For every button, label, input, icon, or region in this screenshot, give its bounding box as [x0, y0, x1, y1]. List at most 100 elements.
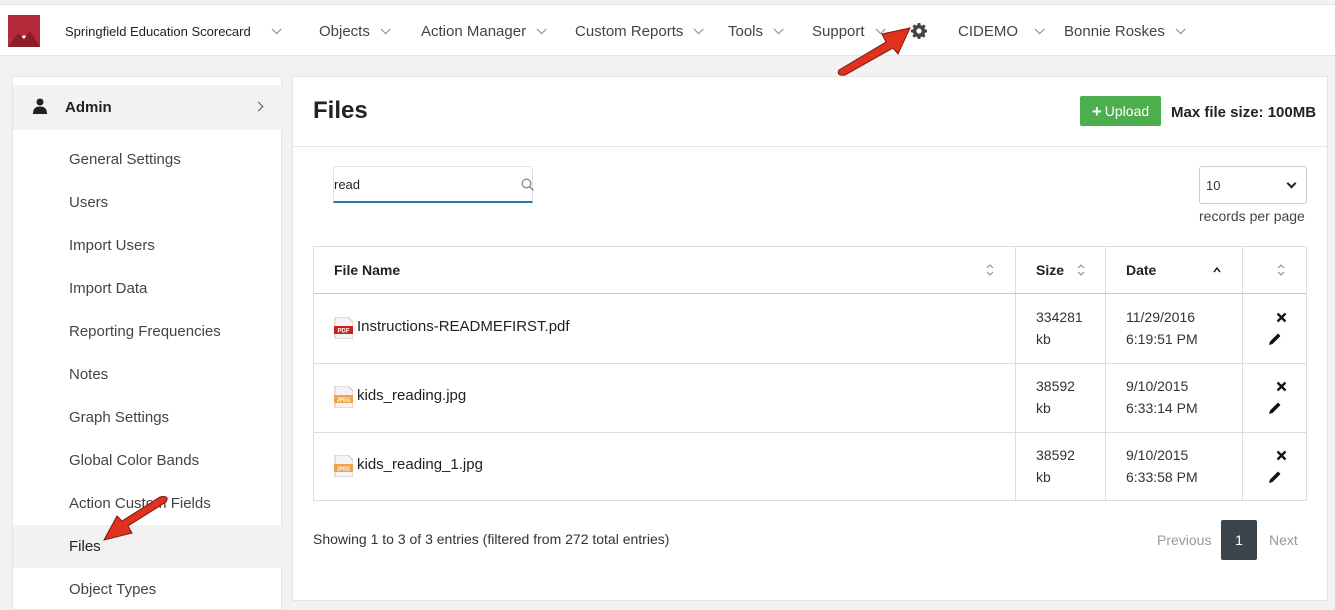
nav-action-manager[interactable]: Action Manager: [421, 5, 547, 57]
nav-brand[interactable]: Springfield Education Scorecard: [65, 5, 282, 57]
pagination-next[interactable]: Next: [1269, 532, 1298, 548]
user-icon: [33, 98, 47, 114]
file-size-unit: kb: [1036, 331, 1051, 347]
gear-icon[interactable]: [911, 23, 927, 39]
nav-support[interactable]: Support: [812, 5, 886, 57]
file-size: 38592: [1036, 447, 1075, 463]
rpp-value: 10: [1206, 177, 1221, 193]
page-title: Files: [313, 97, 368, 124]
edit-pencil-icon[interactable]: [1268, 332, 1282, 346]
sidebar-section-label: Admin: [65, 99, 112, 116]
file-size: 38592: [1036, 378, 1075, 394]
column-header-size[interactable]: Size: [1015, 247, 1105, 294]
sort-icon: [1277, 264, 1285, 276]
plus-icon: +: [1091, 101, 1102, 121]
sidebar-item-global-color-bands[interactable]: Global Color Bands: [13, 439, 283, 482]
sidebar-item-action-custom-fields[interactable]: Action Custom Fields: [13, 482, 283, 525]
sidebar-section-admin[interactable]: Admin: [13, 85, 283, 130]
sidebar-item-general-settings[interactable]: General Settings: [13, 138, 283, 181]
sidebar-item-import-data[interactable]: Import Data: [13, 267, 283, 310]
nav-label: CIDEMO: [958, 22, 1018, 40]
files-table: File Name Size Date PDF Instructions-REA…: [313, 246, 1307, 501]
nav-label: Custom Reports: [575, 22, 684, 40]
nav-label: Action Manager: [421, 22, 527, 40]
top-navbar: Springfield Education Scorecard Objects …: [0, 4, 1335, 56]
nav-label: Objects: [319, 22, 370, 40]
edit-pencil-icon[interactable]: [1268, 401, 1282, 415]
search-box: [333, 166, 534, 203]
sidebar-item-object-types[interactable]: Object Types: [13, 568, 283, 610]
file-time: 6:33:14 PM: [1126, 400, 1198, 416]
sidebar-item-files[interactable]: Files: [13, 525, 283, 568]
sidebar-item-notes[interactable]: Notes: [13, 353, 283, 396]
row-divider: [314, 363, 1306, 364]
file-date: 11/29/2016: [1126, 309, 1196, 325]
entries-summary: Showing 1 to 3 of 3 entries (filtered fr…: [313, 531, 670, 547]
row-divider: [314, 432, 1306, 433]
bookmark-logo[interactable]: [8, 15, 40, 47]
nav-tools[interactable]: Tools: [728, 5, 784, 57]
chevron-down-icon: [773, 23, 784, 34]
file-name-link[interactable]: Instructions-READMEFIRST.pdf: [357, 318, 570, 335]
file-time: 6:33:58 PM: [1126, 469, 1198, 485]
svg-text:JPEG: JPEG: [337, 398, 350, 404]
nav-custom-reports[interactable]: Custom Reports: [575, 5, 704, 57]
column-header-file-name[interactable]: File Name: [314, 247, 1015, 294]
search-icon[interactable]: [521, 178, 534, 191]
file-date: 9/10/2015: [1126, 447, 1189, 463]
file-name-link[interactable]: kids_reading_1.jpg: [357, 456, 483, 473]
file-time: 6:19:51 PM: [1126, 331, 1198, 347]
pagination-page-1[interactable]: 1: [1221, 520, 1257, 560]
chevron-down-icon: [1175, 23, 1186, 34]
nav-user[interactable]: Bonnie Roskes: [1064, 5, 1186, 57]
column-header-date[interactable]: Date: [1105, 247, 1242, 294]
sort-ascending-icon: [1213, 266, 1221, 273]
column-header-actions[interactable]: [1242, 247, 1306, 294]
delete-icon[interactable]: [1276, 381, 1287, 392]
panel-header: Files + Upload Max file size: 100MB: [293, 77, 1327, 147]
sidebar-item-users[interactable]: Users: [13, 181, 283, 224]
delete-icon[interactable]: [1276, 450, 1287, 461]
max-file-size: Max file size: 100MB: [1171, 104, 1317, 121]
header-label: Size: [1036, 262, 1065, 278]
chevron-right-icon: [253, 101, 264, 112]
chevron-down-icon: [380, 23, 391, 34]
jpeg-file-icon: JPEG: [334, 455, 353, 477]
records-per-page-label: records per page: [1199, 208, 1305, 224]
chevron-down-icon: [875, 23, 886, 34]
upload-button[interactable]: + Upload: [1080, 96, 1161, 126]
files-panel: Files + Upload Max file size: 100MB 10 r…: [292, 76, 1328, 601]
delete-icon[interactable]: [1276, 312, 1287, 323]
nav-label: Bonnie Roskes: [1064, 22, 1165, 40]
file-name-link[interactable]: kids_reading.jpg: [357, 387, 466, 404]
search-input[interactable]: [334, 167, 514, 202]
chevron-down-icon: [1286, 178, 1297, 189]
brand-label: Springfield Education Scorecard: [65, 23, 251, 39]
chevron-down-icon: [1034, 23, 1045, 34]
header-label: Date: [1126, 262, 1157, 278]
svg-text:JPEG: JPEG: [337, 467, 350, 473]
admin-sidebar: Admin General Settings Users Import User…: [12, 76, 283, 610]
header-label: File Name: [334, 262, 401, 278]
edit-pencil-icon[interactable]: [1268, 470, 1282, 484]
svg-text:PDF: PDF: [338, 329, 350, 335]
upload-label: Upload: [1104, 103, 1150, 119]
chevron-down-icon: [536, 23, 547, 34]
sidebar-item-import-users[interactable]: Import Users: [13, 224, 283, 267]
jpeg-file-icon: JPEG: [334, 386, 353, 408]
nav-org[interactable]: CIDEMO: [958, 5, 1045, 57]
sidebar-item-graph-settings[interactable]: Graph Settings: [13, 396, 283, 439]
file-size-unit: kb: [1036, 400, 1051, 416]
file-size-unit: kb: [1036, 469, 1051, 485]
pagination-previous[interactable]: Previous: [1157, 532, 1211, 548]
sidebar-item-reporting-frequencies[interactable]: Reporting Frequencies: [13, 310, 283, 353]
nav-label: Tools: [728, 22, 764, 40]
nav-objects[interactable]: Objects: [319, 5, 391, 57]
file-date: 9/10/2015: [1126, 378, 1189, 394]
sort-icon: [986, 264, 994, 276]
records-per-page-select[interactable]: 10: [1199, 166, 1307, 204]
chevron-down-icon: [271, 23, 282, 34]
file-size: 334281: [1036, 309, 1083, 325]
nav-label: Support: [812, 22, 865, 40]
chevron-down-icon: [694, 23, 704, 34]
